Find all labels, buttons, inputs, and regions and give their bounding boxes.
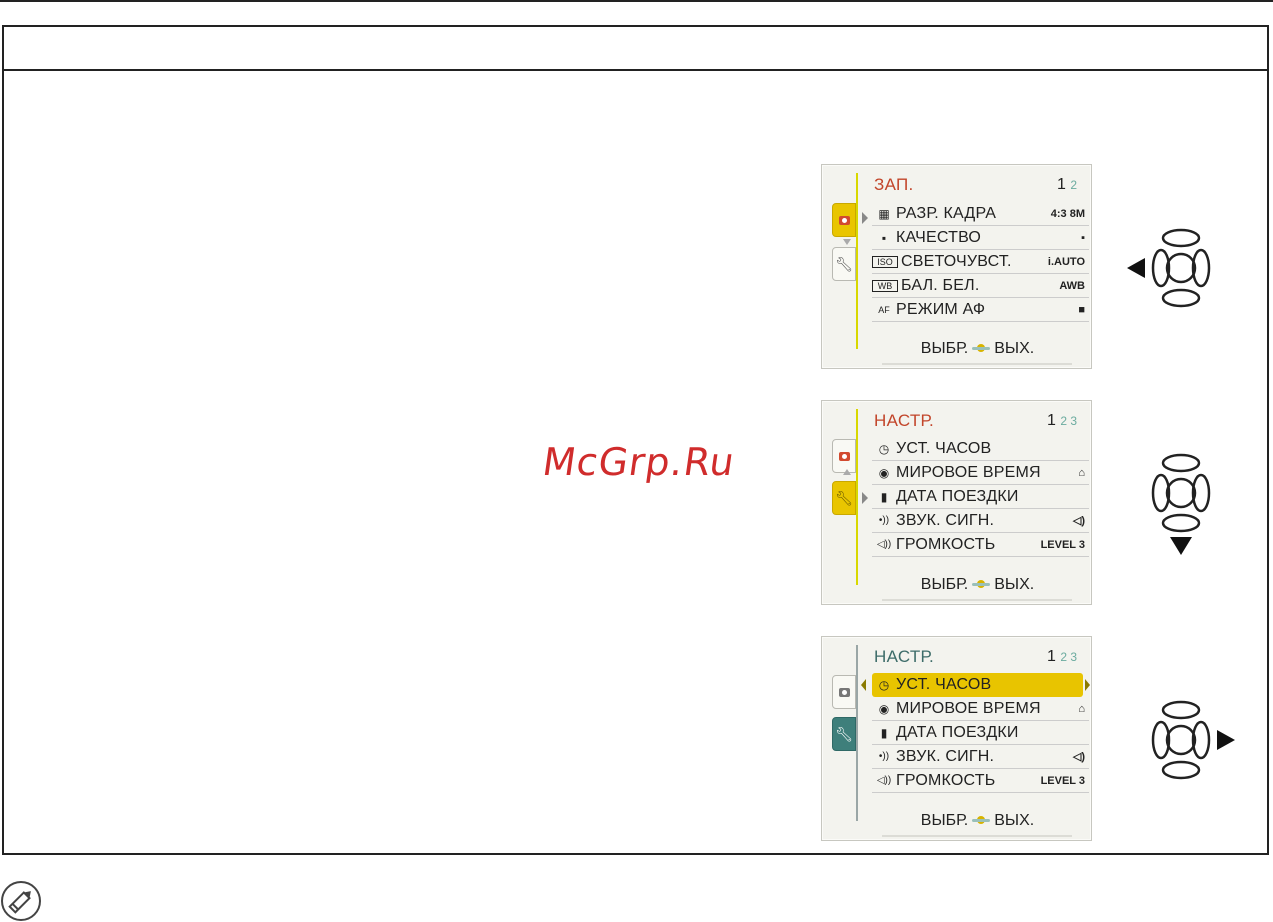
wrench-icon: 🔧︎ [835, 256, 853, 272]
tab-caret [862, 212, 868, 224]
arrow-right-icon [1217, 730, 1235, 750]
menu-row-world-time[interactable]: ◉ МИРОВОЕ ВРЕМЯ ⌂ [872, 461, 1089, 485]
frame-header-rule [4, 69, 1267, 71]
dpad-down-button [1161, 513, 1201, 533]
menu-row-travel-date[interactable]: ▮ ДАТА ПОЕЗДКИ [872, 721, 1089, 745]
tab-rec[interactable] [832, 203, 856, 237]
menu-row-white-balance[interactable]: WB БАЛ. БЕЛ. AWB [872, 274, 1089, 298]
top-rule [0, 0, 1273, 2]
tab-up-marker [843, 469, 851, 475]
tab-setup[interactable]: 🔧︎ [832, 247, 856, 281]
menu-row-volume[interactable]: ◁)) ГРОМКОСТЬ LEVEL 3 [872, 533, 1089, 557]
clock-icon: ◷ [878, 441, 890, 456]
tab-rec[interactable] [832, 675, 856, 709]
tab-caret [862, 492, 868, 504]
arrow-left-icon [1127, 258, 1145, 278]
speaker-icon: ◁) [1072, 515, 1085, 527]
volume-icon: ◁)) [876, 775, 892, 786]
camera-screen-rec-menu: 🔧︎ ЗАП. 1 2 ▦ РАЗР. КАДРА 4:3 8M ▪ КАЧЕС… [821, 164, 1092, 369]
iso-icon: ISO [872, 255, 898, 268]
menu-divider [856, 173, 858, 349]
row-caret-left [861, 679, 866, 691]
camera-icon [838, 215, 850, 225]
volume-icon: ◁)) [876, 539, 892, 550]
menu-row-sensitivity[interactable]: ISO СВЕТОЧУВСТ. i.AUTO [872, 250, 1089, 274]
dpad-center-button [1165, 252, 1197, 284]
af-icon: AF [878, 304, 890, 315]
dpad-down-button [1161, 288, 1201, 308]
row-caret-right [1085, 679, 1090, 691]
dpad-right-diagram [1151, 700, 1235, 780]
tab-setup[interactable]: 🔧︎ [832, 717, 856, 751]
menu-title: ЗАП. [874, 175, 914, 194]
menu-row-quality[interactable]: ▪ КАЧЕСТВО ▪ [872, 226, 1089, 250]
beep-icon: •)) [878, 515, 890, 526]
globe-icon: ◉ [878, 701, 890, 716]
menu-row-beep[interactable]: •)) ЗВУК. СИГН. ◁) [872, 509, 1089, 533]
menu-footer: ВЫБР. ВЫХ. [920, 812, 1035, 829]
suitcase-icon: ▮ [880, 489, 888, 504]
dpad-mini-icon [972, 815, 991, 827]
suitcase-icon: ▮ [880, 725, 888, 740]
clock-icon: ◷ [878, 678, 890, 692]
footer-rule [882, 363, 1072, 365]
grid-icon: ▦ [878, 206, 890, 221]
menu-row-picture-size[interactable]: ▦ РАЗР. КАДРА 4:3 8M [872, 202, 1089, 226]
camera-icon [838, 687, 850, 697]
tab-rec[interactable] [832, 439, 856, 473]
pencil-icon [1, 881, 41, 921]
menu-title: НАСТР. [874, 647, 934, 666]
menu-row-travel-date[interactable]: ▮ ДАТА ПОЕЗДКИ [872, 485, 1089, 509]
camera-icon [838, 451, 850, 461]
dpad-center-button [1165, 477, 1197, 509]
page-indicator: 1 2 [1056, 176, 1077, 193]
menu-divider [856, 409, 858, 585]
menu-footer: ВЫБР. ВЫХ. [920, 340, 1035, 357]
camera-screen-setup-menu: 🔧︎ НАСТР. 1 2 3 ◷ УСТ. ЧАСОВ ◉ МИРОВОЕ В… [821, 400, 1092, 605]
dpad-mini-icon [972, 579, 991, 591]
menu-row-world-time[interactable]: ◉ МИРОВОЕ ВРЕМЯ ⌂ [872, 697, 1089, 721]
dpad-up-button [1161, 700, 1201, 720]
menu-title: НАСТР. [874, 411, 934, 430]
dpad-center-button [1165, 724, 1197, 756]
dpad-down-button [1161, 760, 1201, 780]
page-indicator: 1 2 3 [1046, 412, 1077, 429]
home-icon: ⌂ [1078, 702, 1085, 715]
wrench-icon: 🔧︎ [835, 490, 853, 506]
dpad-left-diagram [1127, 228, 1211, 308]
globe-icon: ◉ [878, 465, 890, 480]
tab-down-marker [843, 239, 851, 245]
speaker-icon: ◁) [1072, 751, 1085, 763]
menu-row-af-mode[interactable]: AF РЕЖИМ АФ ■ [872, 298, 1089, 322]
menu-row-clock-set[interactable]: ◷ УСТ. ЧАСОВ [872, 437, 1089, 461]
menu-row-beep[interactable]: •)) ЗВУК. СИГН. ◁) [872, 745, 1089, 769]
menu-footer: ВЫБР. ВЫХ. [920, 576, 1035, 593]
menu-row-clock-set[interactable]: ◷ УСТ. ЧАСОВ [872, 673, 1083, 697]
quality-icon: ▪ [881, 230, 887, 245]
wb-icon: WB [872, 279, 898, 292]
dpad-down-diagram [1151, 453, 1211, 555]
beep-icon: •)) [878, 751, 890, 762]
arrow-down-icon [1170, 537, 1192, 555]
footer-rule [882, 599, 1072, 601]
camera-screen-setup-menu-selected: 🔧︎ НАСТР. 1 2 3 ◷ УСТ. ЧАСОВ ◉ МИРОВОЕ В… [821, 636, 1092, 841]
home-icon: ⌂ [1078, 466, 1085, 479]
page-indicator: 1 2 3 [1046, 648, 1077, 665]
dpad-mini-icon [972, 343, 991, 355]
dpad-up-button [1161, 453, 1201, 473]
wrench-icon: 🔧︎ [835, 726, 853, 742]
menu-divider [856, 645, 858, 821]
tab-setup[interactable]: 🔧︎ [832, 481, 856, 515]
watermark: McGrp.Ru [539, 440, 738, 484]
menu-row-volume[interactable]: ◁)) ГРОМКОСТЬ LEVEL 3 [872, 769, 1089, 793]
dpad-up-button [1161, 228, 1201, 248]
footer-rule [882, 835, 1072, 837]
